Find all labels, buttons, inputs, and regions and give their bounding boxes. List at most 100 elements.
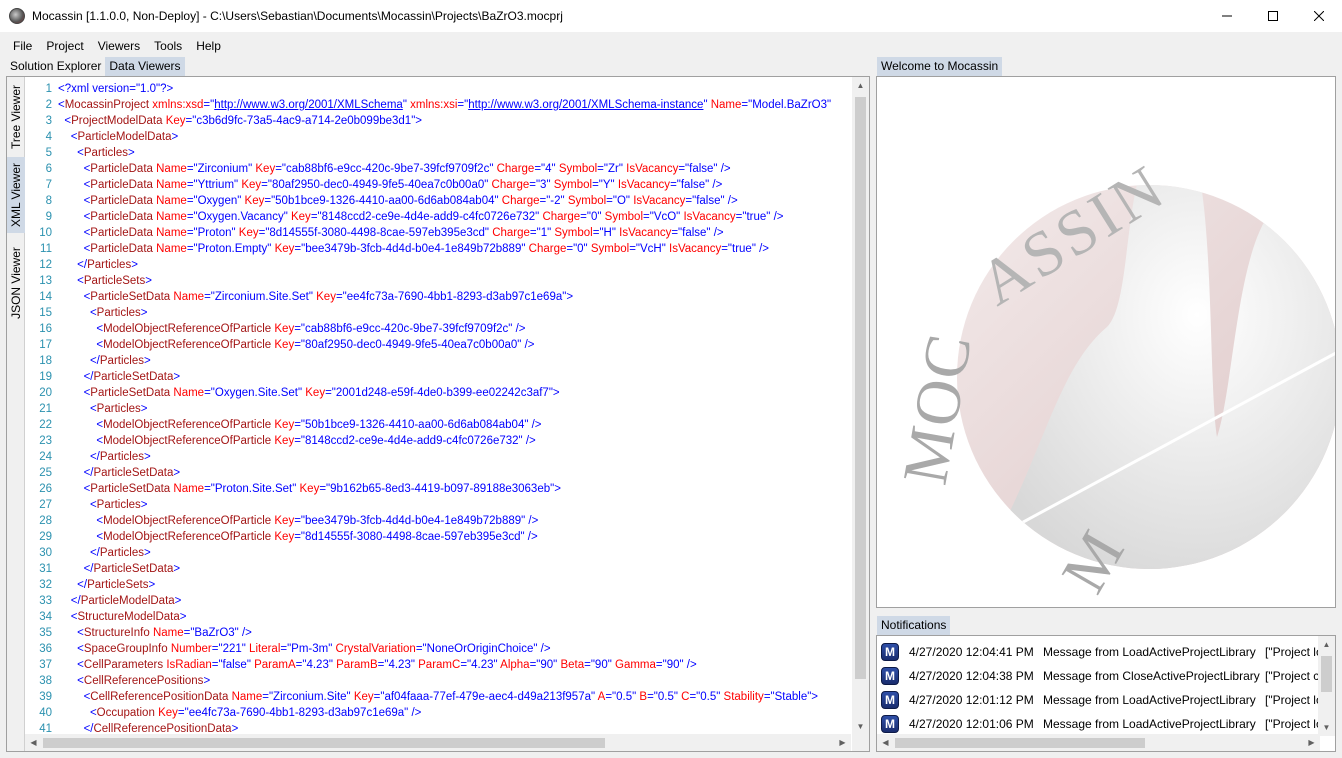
line-number: 4 [45, 131, 52, 143]
tab-xml-viewer-label: XML Viewer [9, 162, 23, 228]
line-number: 18 [39, 355, 52, 367]
xml-line: 36 <SpaceGroupInfo Number="221" Literal=… [25, 641, 851, 657]
tab-notifications[interactable]: Notifications [877, 616, 951, 635]
xml-code: <CellReferencePositionData Name="Zirconi… [83, 691, 819, 703]
notifications-horizontal-scrollbar[interactable]: ◀ ▶ [877, 734, 1320, 751]
menu-project[interactable]: Project [39, 36, 90, 56]
line-number: 30 [39, 547, 52, 559]
notifications-scroll-thumb[interactable] [1321, 656, 1332, 692]
mocassin-message-icon: M [881, 643, 899, 661]
logo-text-left: MOC [889, 328, 985, 490]
close-icon [1314, 11, 1324, 21]
menu-file[interactable]: File [0, 36, 39, 56]
scroll-left-icon[interactable]: ◀ [25, 734, 42, 751]
xml-line: 18 </Particles> [25, 353, 851, 369]
menu-bar: File Project Viewers Tools Help [0, 36, 1342, 56]
scroll-right-icon[interactable]: ▶ [834, 734, 851, 751]
notification-message: Message from LoadActiveProjectLibrary [1043, 645, 1256, 659]
tab-welcome[interactable]: Welcome to Mocassin [877, 57, 1003, 76]
notifications-vertical-scrollbar[interactable]: ▲ ▼ [1318, 636, 1335, 736]
xml-line: 12 </Particles> [25, 257, 851, 273]
xml-editor[interactable]: 1 <?xml version="1.0"?> 2 <MocassinProject … [25, 81, 851, 735]
xml-line: 17 <ModelObjectReferenceOfParticle Key="… [25, 337, 851, 353]
xml-line: 3 <ProjectModelData Key="c3b6d9fc-73a5-4… [25, 113, 851, 129]
notification-row[interactable]: M 4/27/2020 12:01:06 PM Message from Loa… [881, 713, 1323, 735]
xml-line: 7 <ParticleData Name="Yttrium" Key="80af… [25, 177, 851, 193]
tab-xml-viewer[interactable]: XML Viewer [7, 157, 25, 233]
notification-row[interactable]: M 4/27/2020 12:01:12 PM Message from Loa… [881, 689, 1323, 711]
xml-code: </ParticleModelData> [70, 595, 182, 607]
xml-line: 1 <?xml version="1.0"?> [25, 81, 851, 97]
menu-viewers[interactable]: Viewers [91, 36, 147, 56]
xml-line: 32 </ParticleSets> [25, 577, 851, 593]
scroll-down-icon[interactable]: ▼ [1318, 719, 1335, 736]
xml-code: <SpaceGroupInfo Number="221" Literal="Pm… [77, 643, 551, 655]
notification-row[interactable]: M 4/27/2020 12:04:41 PM Message from Loa… [881, 641, 1323, 663]
xml-line: 6 <ParticleData Name="Zirconium" Key="ca… [25, 161, 851, 177]
xml-code: <ParticleData Name="Oxygen.Vacancy" Key=… [83, 211, 784, 223]
xml-line: 40 <Occupation Key="ee4fc73a-7690-4bb1-8… [25, 705, 851, 721]
menu-help[interactable]: Help [189, 36, 228, 56]
line-number: 34 [39, 611, 52, 623]
line-number: 7 [45, 179, 52, 191]
line-number: 29 [39, 531, 52, 543]
scroll-up-icon[interactable]: ▲ [852, 77, 869, 94]
tab-tree-viewer[interactable]: Tree Viewer [7, 83, 25, 151]
tab-json-viewer[interactable]: JSON Viewer [7, 243, 25, 323]
line-number: 26 [39, 483, 52, 495]
xml-code: <ParticleSets> [77, 275, 152, 287]
menu-tools[interactable]: Tools [147, 36, 189, 56]
tab-data-viewers[interactable]: Data Viewers [105, 57, 185, 76]
line-number: 5 [45, 147, 52, 159]
xml-code: <ParticleData Name="Oxygen" Key="50b1bce… [83, 195, 738, 207]
line-number: 41 [39, 723, 52, 735]
scroll-up-icon[interactable]: ▲ [1318, 636, 1335, 653]
xml-line: 20 <ParticleSetData Name="Oxygen.Site.Se… [25, 385, 851, 401]
xml-line: 37 <CellParameters IsRadian="false" Para… [25, 657, 851, 673]
xml-line: 9 <ParticleData Name="Oxygen.Vacancy" Ke… [25, 209, 851, 225]
scroll-left-icon[interactable]: ◀ [877, 734, 894, 751]
xml-line: 41 </CellReferencePositionData> [25, 721, 851, 735]
line-number: 38 [39, 675, 52, 687]
horizontal-scrollbar[interactable]: ◀ ▶ [25, 734, 851, 751]
notifications-hscroll-thumb[interactable] [895, 738, 1145, 748]
xml-line: 19 </ParticleSetData> [25, 369, 851, 385]
line-number: 2 [45, 99, 52, 111]
xml-line: 35 <StructureInfo Name="BaZrO3" /> [25, 625, 851, 641]
line-number: 32 [39, 579, 52, 591]
tab-json-viewer-label: JSON Viewer [9, 247, 23, 319]
xml-code: </ParticleSetData> [83, 467, 181, 479]
line-number: 40 [39, 707, 52, 719]
xml-code: <CellParameters IsRadian="false" ParamA=… [77, 659, 697, 671]
title-bar: Mocassin [1.1.0.0, Non-Deploy] - C:\User… [0, 0, 1342, 32]
xml-code: <Occupation Key="ee4fc73a-7690-4bb1-8293… [89, 707, 422, 719]
xml-code: <ModelObjectReferenceOfParticle Key="8d1… [96, 531, 538, 543]
vertical-scroll-thumb[interactable] [855, 97, 866, 679]
xml-line: 23 <ModelObjectReferenceOfParticle Key="… [25, 433, 851, 449]
notification-detail: ["Project lo [1265, 693, 1323, 707]
xml-code: <ModelObjectReferenceOfParticle Key="bee… [96, 515, 539, 527]
vertical-scrollbar[interactable]: ▲ ▼ [852, 77, 869, 735]
scroll-down-icon[interactable]: ▼ [852, 718, 869, 735]
xml-code: <ParticleData Name="Proton" Key="8d14555… [83, 227, 724, 239]
notification-time: 4/27/2020 12:01:12 PM [909, 693, 1034, 707]
scroll-corner [852, 734, 869, 751]
xml-line: 34 <StructureModelData> [25, 609, 851, 625]
xml-code: <ModelObjectReferenceOfParticle Key="cab… [96, 323, 526, 335]
xml-line: 38 <CellReferencePositions> [25, 673, 851, 689]
xml-code: <Particles> [89, 403, 148, 415]
scroll-right-icon[interactable]: ▶ [1303, 734, 1320, 751]
horizontal-scroll-thumb[interactable] [43, 738, 605, 748]
xml-code: <StructureInfo Name="BaZrO3" /> [77, 627, 252, 639]
tab-solution-explorer[interactable]: Solution Explorer [6, 57, 105, 76]
line-number: 8 [45, 195, 52, 207]
notification-row[interactable]: M 4/27/2020 12:04:38 PM Message from Clo… [881, 665, 1319, 687]
maximize-icon [1268, 11, 1278, 21]
xml-line: 33 </ParticleModelData> [25, 593, 851, 609]
xml-code: <ModelObjectReferenceOfParticle Key="814… [96, 435, 536, 447]
mocassin-message-icon: M [881, 667, 899, 685]
minimize-button[interactable] [1204, 0, 1250, 32]
xml-code: </Particles> [89, 451, 151, 463]
maximize-button[interactable] [1250, 0, 1296, 32]
close-button[interactable] [1296, 0, 1342, 32]
